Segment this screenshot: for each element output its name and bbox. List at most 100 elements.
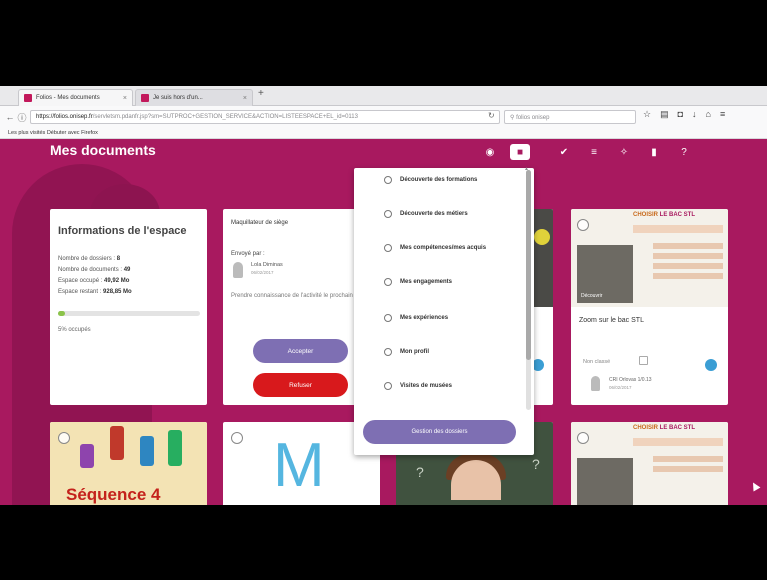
document-card-bac-stl-2[interactable]: CHOISIR LE BAC STL: [571, 422, 728, 505]
folder-option[interactable]: Mes compétences/mes acquis: [384, 244, 486, 252]
file-icon[interactable]: ▮: [644, 144, 664, 160]
dropdown-scrollbar[interactable]: [526, 170, 531, 410]
document-title: Zoom sur le bac STL: [579, 317, 644, 324]
poster-line: [653, 263, 723, 269]
reload-icon[interactable]: ↻: [488, 111, 495, 120]
folder-option[interactable]: Découverte des formations: [384, 176, 477, 184]
poster-photo-label: Découvrir: [581, 293, 603, 299]
video-letterbox-bottom: [0, 505, 767, 580]
question-mark-glyph: ?: [416, 464, 424, 480]
avatar: [233, 262, 243, 278]
video-letterbox-top: [0, 0, 767, 86]
document-thumbnail: CHOISIR LE BAC STL Découvrir: [571, 209, 728, 307]
poster-line: [653, 243, 723, 249]
close-icon[interactable]: ×: [123, 95, 127, 102]
folios-favicon-icon: [24, 94, 32, 102]
radio-button[interactable]: [384, 382, 392, 390]
info-documents: Nombre de documents : 49: [58, 267, 131, 273]
pocket-icon[interactable]: ◘: [678, 109, 683, 120]
document-card-bac-stl[interactable]: CHOISIR LE BAC STL Découvrir Zoom sur le…: [571, 209, 728, 405]
document-card-sequence[interactable]: Séquence 4: [50, 422, 207, 505]
sender-date: 06/02/2017: [609, 385, 632, 390]
browser-toolbar-icons: ☆ ▤ ◘ ↓ ⌂ ≡: [643, 109, 725, 120]
radio-button[interactable]: [384, 314, 392, 322]
close-icon[interactable]: ×: [243, 95, 247, 102]
browser-tab-second[interactable]: Je suis hors d'un... ×: [135, 89, 253, 106]
refuse-button[interactable]: Refuser: [253, 373, 348, 397]
document-thumbnail: CHOISIR LE BAC STL: [571, 422, 728, 505]
page-title: Mes documents: [50, 142, 156, 158]
share-title: Maquillateur de siège: [231, 220, 289, 226]
poster-line: [653, 273, 723, 279]
poster-band: [633, 438, 723, 446]
status-dot: [705, 359, 717, 371]
radio-button[interactable]: [384, 244, 392, 252]
sequence-title: Séquence 4: [66, 485, 161, 504]
folder-option[interactable]: Découverte des métiers: [384, 210, 468, 218]
poster-line: [653, 253, 723, 259]
poster-photo: [577, 458, 633, 505]
info-icon[interactable]: ⓘ: [16, 111, 28, 124]
browser-tab-folios[interactable]: Folios - Mes documents ×: [18, 89, 133, 106]
url-bar[interactable]: https://folios.onisep.fr/servletsm.pdanf…: [30, 110, 500, 124]
check-icon[interactable]: ✔: [554, 144, 574, 160]
back-arrow-icon[interactable]: ←: [4, 112, 16, 122]
question-mark-glyph: ?: [532, 456, 540, 472]
sender-date: 06/02/2017: [251, 270, 274, 275]
url-path: /servletsm.pdanfr.jsp?sm=SUTPROC+GESTION…: [92, 114, 358, 120]
folder-icon[interactable]: ■: [510, 144, 530, 160]
illustration-figure: [110, 426, 124, 460]
illustration-figure: [80, 444, 94, 468]
poster-line: [653, 466, 723, 472]
manage-folders-button[interactable]: Gestion des dossiers: [363, 420, 516, 444]
folder-option-label: Mes compétences/mes acquis: [400, 245, 487, 251]
library-icon[interactable]: ▤: [660, 109, 669, 120]
radio-button[interactable]: [384, 348, 392, 356]
browser-tabstrip: Folios - Mes documents × Je suis hors d'…: [0, 86, 767, 106]
folder-option[interactable]: Mes engagements: [384, 278, 452, 286]
poster-title: CHOISIR LE BAC STL: [633, 212, 696, 218]
poster-band: [633, 225, 723, 233]
info-used: Espace occupé : 49,92 Mo: [58, 278, 130, 284]
sender-name: Lola Diminas: [251, 262, 283, 268]
home-icon[interactable]: ⌂: [706, 109, 711, 120]
search-placeholder: folios onisep: [516, 115, 550, 121]
space-info-card: Informations de l'espace Nombre de dossi…: [50, 209, 207, 405]
illustration-figure: [168, 430, 182, 466]
bookmarks-text[interactable]: Les plus visités Débuter avec Firefox: [8, 130, 98, 136]
search-input[interactable]: ⚲ folios onisep: [504, 110, 636, 124]
scrollbar-thumb[interactable]: [526, 170, 531, 360]
menu-icon[interactable]: ≡: [720, 109, 725, 120]
puzzle-icon[interactable]: ✧: [614, 144, 634, 160]
illustration-figure: [140, 436, 154, 466]
folder-option[interactable]: Mes expériences: [384, 314, 448, 322]
folder-option[interactable]: Mon profil: [384, 348, 429, 356]
m-letter-logo: M: [273, 431, 325, 500]
category-folder-icon[interactable]: [639, 356, 648, 365]
poster-line: [653, 456, 723, 462]
download-icon[interactable]: ↓: [692, 109, 697, 120]
folder-option[interactable]: Visites de musées: [384, 382, 452, 390]
radio-button[interactable]: [384, 278, 392, 286]
help-icon[interactable]: ?: [674, 144, 694, 160]
compass-icon[interactable]: ◉: [480, 144, 500, 160]
bookmark-star-icon[interactable]: ☆: [643, 109, 651, 120]
info-remaining: Espace restant : 928,85 Mo: [58, 289, 132, 295]
radio-button[interactable]: [384, 176, 392, 184]
select-radio[interactable]: [231, 432, 243, 444]
list-icon[interactable]: ≡: [584, 144, 604, 160]
folder-option-label: Mon profil: [400, 349, 429, 355]
folder-option-label: Visites de musées: [400, 383, 452, 389]
select-radio[interactable]: [577, 219, 589, 231]
info-title: Informations de l'espace: [58, 225, 187, 237]
thumbnail-shape: [534, 229, 550, 245]
url-domain: https://folios.onisep.fr: [36, 114, 93, 120]
new-tab-plus-icon[interactable]: +: [258, 88, 264, 99]
storage-progress-fill: [58, 311, 66, 316]
select-radio[interactable]: [577, 432, 589, 444]
bookmarks-bar: Les plus visités Débuter avec Firefox: [0, 128, 767, 139]
radio-button[interactable]: [384, 210, 392, 218]
tab-label: Folios - Mes documents: [36, 95, 100, 101]
accept-button[interactable]: Accepter: [253, 339, 348, 363]
select-radio[interactable]: [58, 432, 70, 444]
